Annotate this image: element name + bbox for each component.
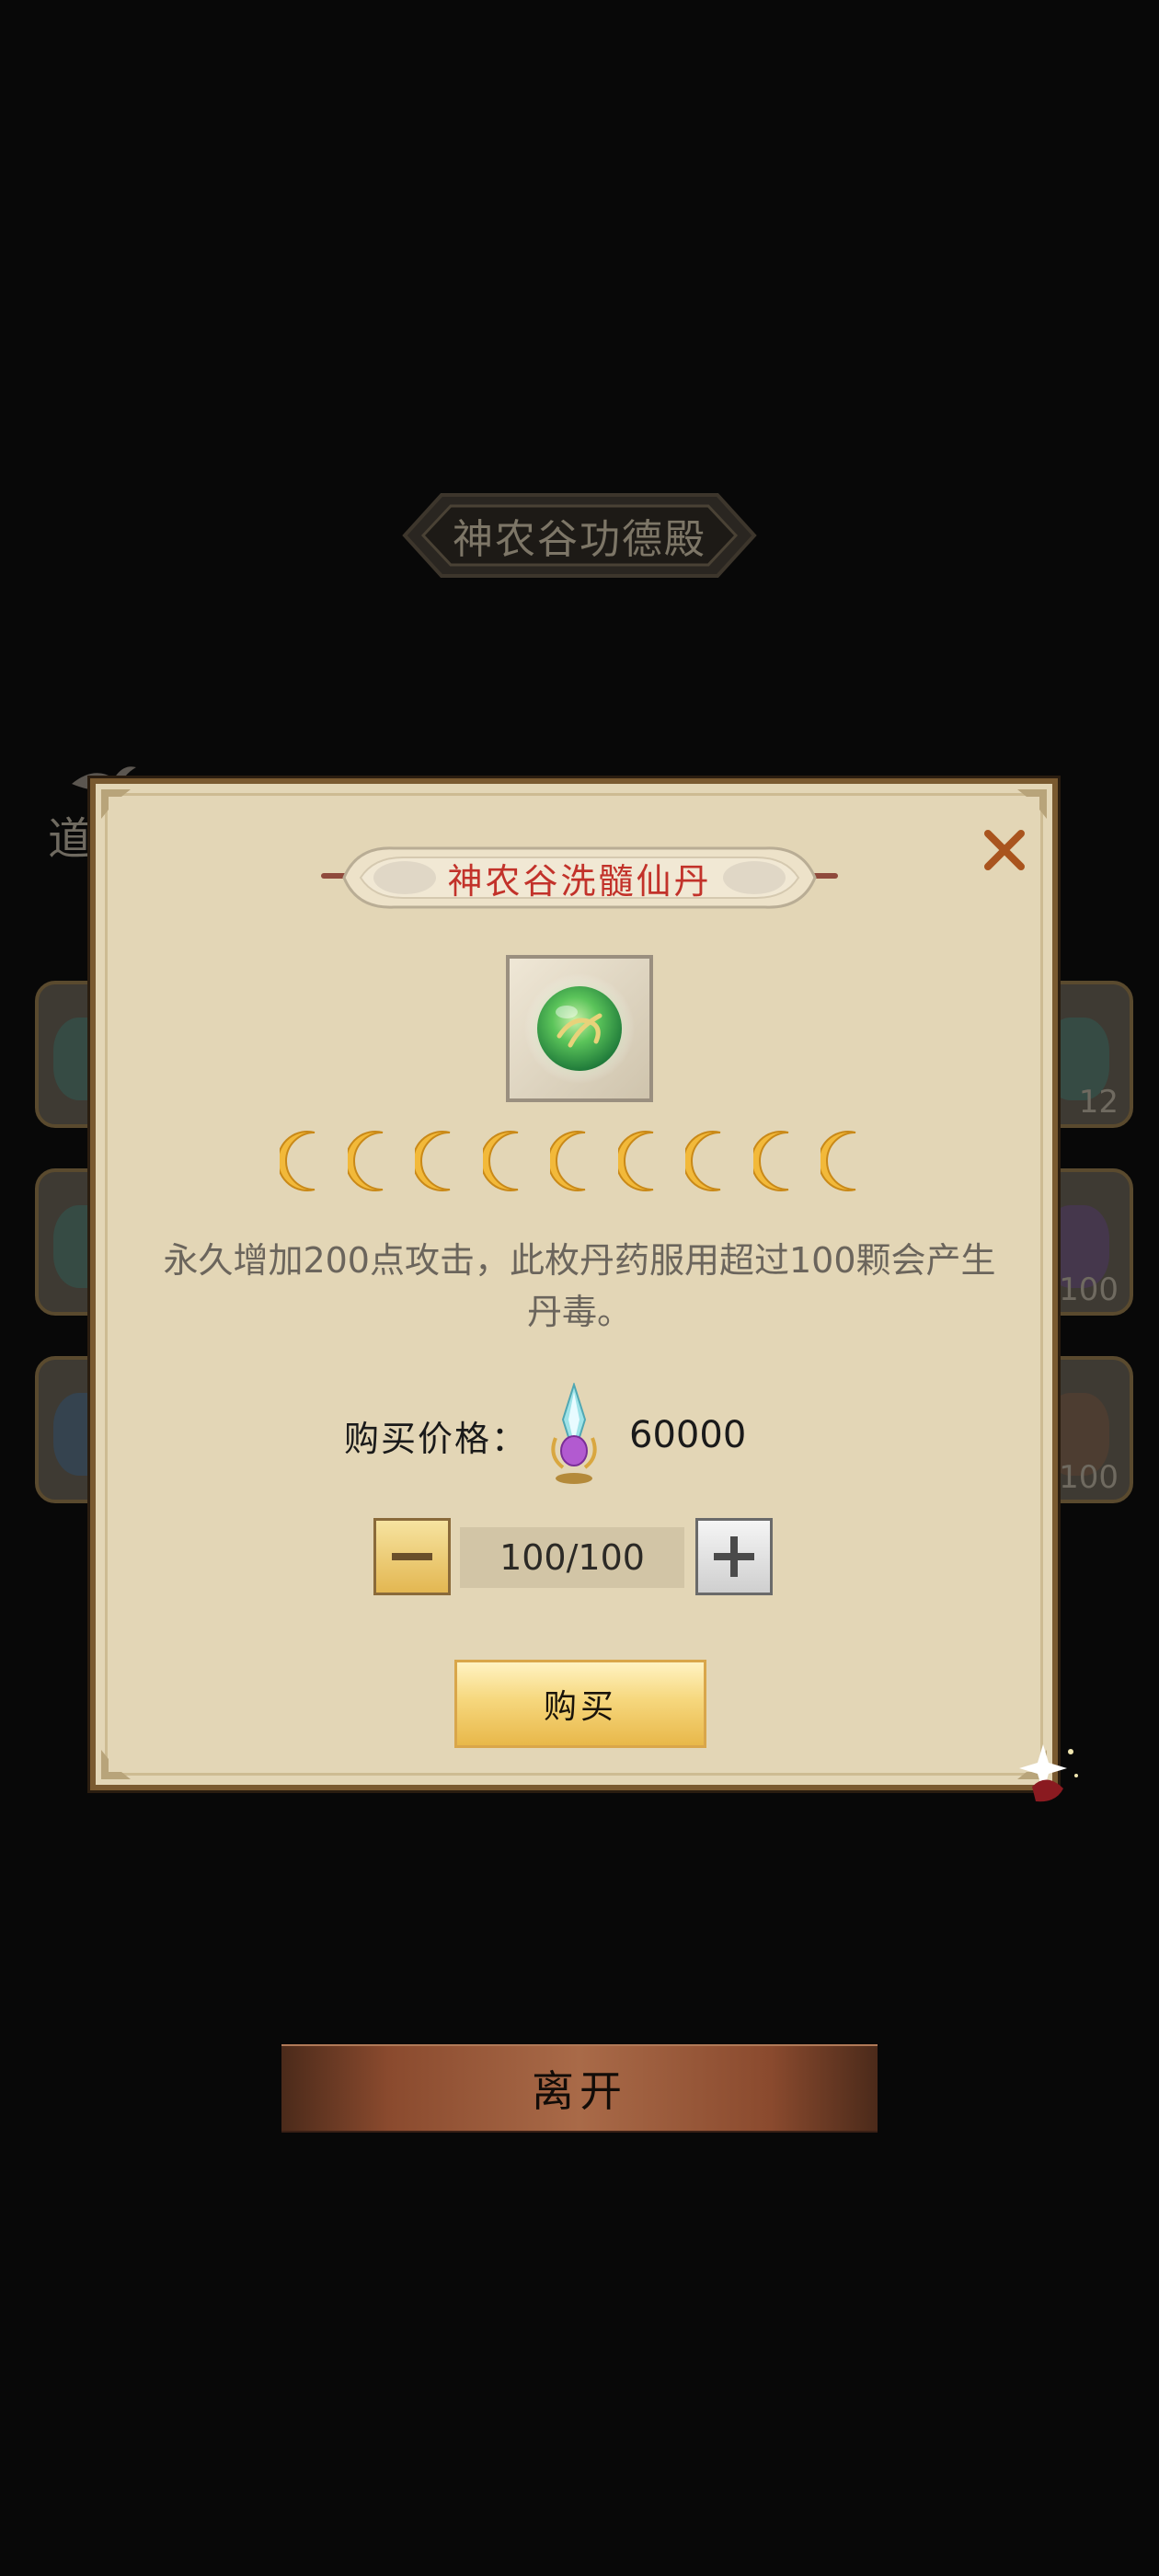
crescent-moon-icon [550, 1131, 586, 1191]
minus-icon [392, 1553, 432, 1560]
close-icon [984, 830, 1025, 870]
green-elixir-pill-icon [524, 973, 635, 1084]
price-value: 60000 [629, 1414, 747, 1456]
quantity-display[interactable]: 100/100 [460, 1527, 684, 1588]
crescent-moon-icon [685, 1131, 721, 1191]
crescent-moon-icon [347, 1131, 383, 1191]
corner-ornament-icon [1017, 789, 1047, 819]
sparkle-decoration-icon [1019, 1744, 1078, 1802]
buy-button-label: 购买 [543, 1688, 617, 1726]
crescent-moon-icon [415, 1131, 451, 1191]
item-icon-frame [506, 955, 653, 1102]
crescent-moon-icon [617, 1131, 653, 1191]
buy-button[interactable]: 购买 [454, 1660, 706, 1748]
item-count: 12 [1078, 1084, 1119, 1121]
corner-ornament-icon [101, 789, 131, 819]
item-count: 100 [1059, 1271, 1119, 1308]
item-count: 100 [1059, 1459, 1119, 1496]
jade-crystal-icon [551, 1383, 597, 1484]
dialog-title: 神农谷洗髓仙丹 [447, 860, 712, 902]
crescent-moon-icon [482, 1131, 518, 1191]
category-tab-label[interactable]: 道 [48, 802, 92, 867]
star-rating [280, 1124, 879, 1198]
crescent-moon-icon [820, 1131, 856, 1191]
price-label: 购买价格： [344, 1418, 529, 1459]
crescent-moon-icon [280, 1131, 316, 1191]
price-row: 购买价格： 60000 [344, 1380, 822, 1490]
increase-quantity-button[interactable] [695, 1518, 773, 1595]
decrease-quantity-button[interactable] [373, 1518, 451, 1595]
hall-title-banner: 神农谷功德殿 [377, 488, 782, 583]
close-button[interactable] [979, 824, 1030, 876]
leave-button-label: 离开 [532, 2066, 627, 2116]
purchase-dialog: 神农谷洗髓仙丹 永久增加200点攻击，此枚丹药服用超过100颗会产生丹毒。 购买… [90, 778, 1058, 1790]
dialog-title-banner: 神农谷洗髓仙丹 [320, 843, 839, 913]
corner-ornament-icon [101, 1750, 131, 1779]
crescent-moon-icon [752, 1131, 788, 1191]
hall-title: 神农谷功德殿 [453, 516, 706, 563]
leave-button[interactable]: 离开 [281, 2044, 878, 2133]
plus-icon [714, 1536, 754, 1577]
item-description: 永久增加200点攻击，此枚丹药服用超过100颗会产生丹毒。 [163, 1240, 996, 1332]
